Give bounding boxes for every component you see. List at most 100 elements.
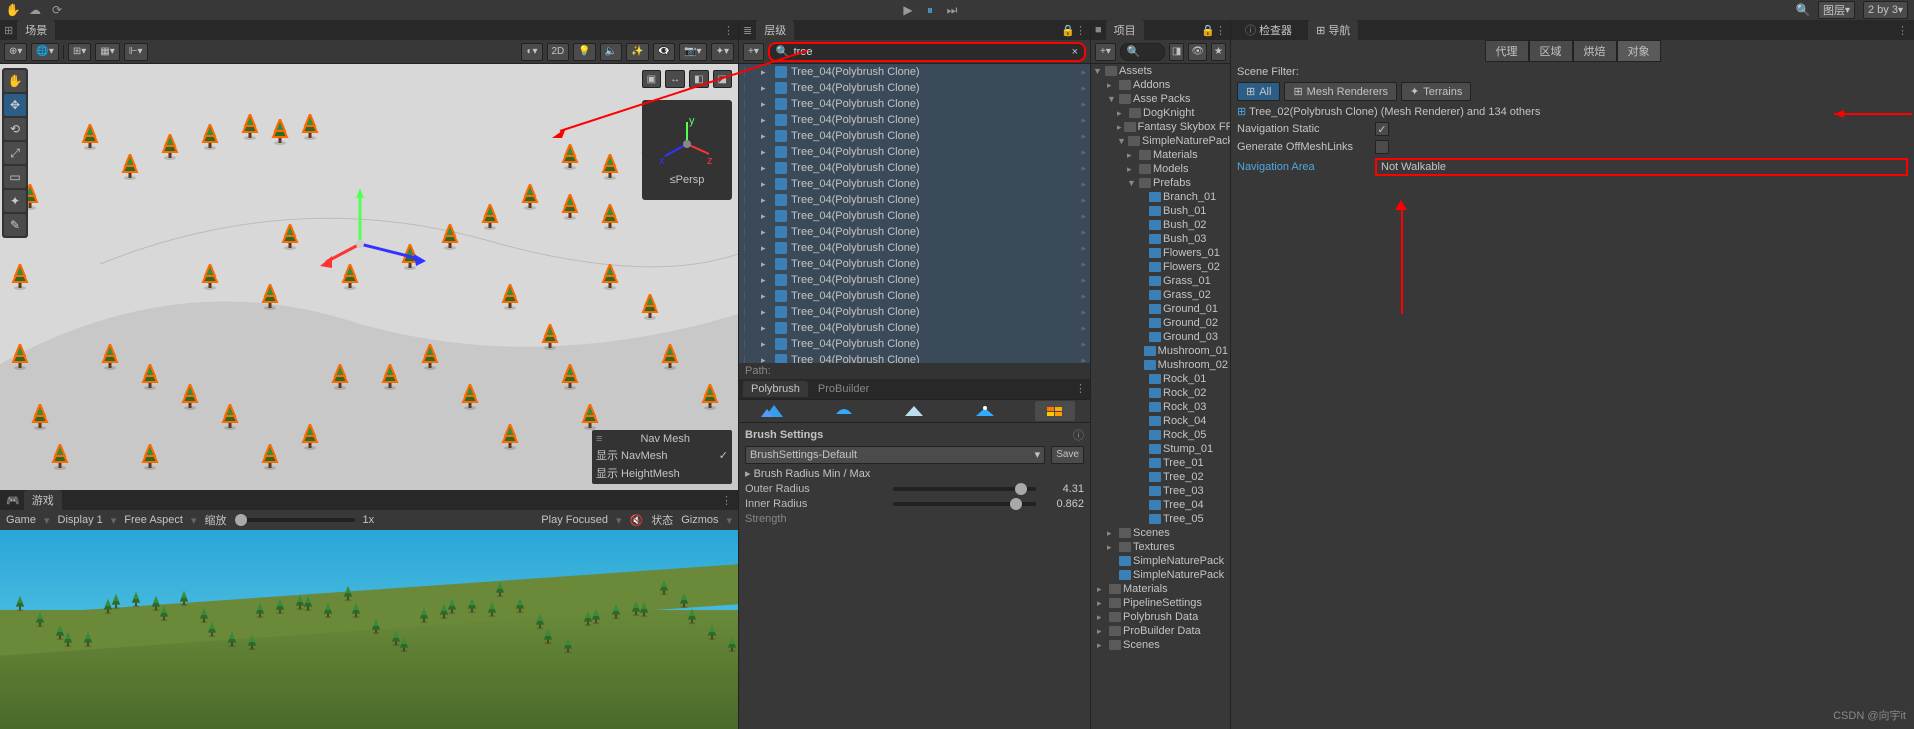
project-node[interactable]: Mushroom_01 (1091, 344, 1230, 358)
mute-icon[interactable]: 🔇 (629, 514, 643, 527)
hierarchy-list[interactable]: |▸Tree_04(Polybrush Clone)▸|▸Tree_04(Pol… (739, 64, 1090, 363)
hierarchy-item[interactable]: |▸Tree_04(Polybrush Clone)▸ (739, 144, 1090, 160)
project-tab[interactable]: 项目 (1106, 20, 1144, 40)
scene-tree[interactable] (260, 284, 280, 313)
persp-label[interactable]: ≤Persp (670, 174, 705, 186)
scene-tree[interactable] (10, 344, 30, 373)
scene-tree[interactable] (280, 224, 300, 253)
scene-tree[interactable] (100, 344, 120, 373)
hierarchy-item[interactable]: |▸Tree_04(Polybrush Clone)▸ (739, 336, 1090, 352)
overlay-box-icon[interactable]: ▣ (642, 70, 661, 88)
project-node[interactable]: ▼Prefabs (1091, 176, 1230, 190)
project-node[interactable]: SimpleNaturePack (1091, 554, 1230, 568)
hierarchy-item[interactable]: |▸Tree_04(Polybrush Clone)▸ (739, 320, 1090, 336)
display-dropdown[interactable]: Display 1 (58, 514, 103, 526)
menu-icon[interactable]: ⋮ (721, 494, 732, 507)
search-global-icon[interactable]: 🔍 (1796, 3, 1810, 17)
project-node[interactable]: Branch_01 (1091, 190, 1230, 204)
scale-tool[interactable]: ⤢ (4, 142, 26, 164)
scene-tree[interactable] (260, 444, 280, 473)
inspector-tab[interactable]: ⓘ 检查器 (1237, 20, 1300, 40)
fx-button[interactable]: ✨ (626, 43, 648, 61)
probuilder-tab[interactable]: ProBuilder (810, 381, 877, 397)
scene-tree[interactable] (120, 154, 140, 183)
scene-tree[interactable] (440, 224, 460, 253)
project-node[interactable]: Rock_02 (1091, 386, 1230, 400)
scene-tree[interactable] (480, 204, 500, 233)
scene-tree[interactable] (580, 404, 600, 433)
polybrush-tab[interactable]: Polybrush (743, 381, 808, 397)
project-node[interactable]: Ground_02 (1091, 316, 1230, 330)
brush-info-icon[interactable]: ⓘ (1073, 427, 1084, 443)
project-node[interactable]: Bush_03 (1091, 232, 1230, 246)
scene-tree[interactable] (660, 344, 680, 373)
texture-icon[interactable] (1035, 401, 1075, 421)
project-node[interactable]: Rock_05 (1091, 428, 1230, 442)
project-node[interactable]: ▸Fantasy Skybox FREE (1091, 120, 1230, 134)
hierarchy-search[interactable]: 🔍 tree × (768, 42, 1086, 62)
project-node[interactable]: SimpleNaturePack (1091, 568, 1230, 582)
scene-tree[interactable] (200, 264, 220, 293)
scene-tree[interactable] (160, 134, 180, 163)
scene-tree[interactable] (500, 424, 520, 453)
project-node[interactable]: Ground_01 (1091, 302, 1230, 316)
project-node[interactable]: ▸Scenes (1091, 526, 1230, 540)
scene-tree[interactable] (700, 384, 720, 413)
scene-view[interactable]: ✋ ✥ ⟲ ⤢ ▭ ✦ ✎ ▣ ↔ ◧ ◪ y z x (0, 64, 738, 490)
lock-icon[interactable]: 🔒 (1201, 24, 1215, 37)
hierarchy-tab[interactable]: 层级 (756, 20, 794, 40)
project-node[interactable]: Bush_02 (1091, 218, 1230, 232)
scene-tree[interactable] (10, 264, 30, 293)
project-tree[interactable]: ▼Assets ▸Addons▼Asse Packs▸DogKnight▸Fan… (1091, 64, 1230, 729)
handle-button[interactable]: 🌐▾ (31, 43, 58, 61)
light-button[interactable]: 💡 (573, 43, 595, 61)
create-button[interactable]: +▾ (743, 43, 764, 61)
hierarchy-item[interactable]: |▸Tree_04(Polybrush Clone)▸ (739, 64, 1090, 80)
move-gizmo[interactable] (320, 184, 440, 284)
navigation-tab[interactable]: ⊞ 导航 (1308, 20, 1358, 40)
scene-tree[interactable] (520, 184, 540, 213)
hierarchy-item[interactable]: |▸Tree_04(Polybrush Clone)▸ (739, 256, 1090, 272)
hierarchy-item[interactable]: |▸Tree_04(Polybrush Clone)▸ (739, 240, 1090, 256)
scene-tree[interactable] (600, 154, 620, 183)
play-icon[interactable]: ▶ (901, 3, 915, 17)
hierarchy-item[interactable]: |▸Tree_04(Polybrush Clone)▸ (739, 160, 1090, 176)
view-tool[interactable]: ✋ (4, 70, 26, 92)
scene-tree[interactable] (560, 364, 580, 393)
filter-all[interactable]: ⊞ All (1237, 82, 1280, 101)
cloud-icon[interactable]: ☁ (28, 3, 42, 17)
layers-dropdown[interactable]: 图层 ▾ (1818, 1, 1855, 19)
agents-tab[interactable]: 代理 (1485, 40, 1529, 62)
brush-preset-dropdown[interactable]: BrushSettings-Default▾ (745, 446, 1045, 464)
hierarchy-item[interactable]: |▸Tree_04(Polybrush Clone)▸ (739, 176, 1090, 192)
project-node[interactable]: ▼SimpleNaturePack (1091, 134, 1230, 148)
project-node[interactable]: Tree_01 (1091, 456, 1230, 470)
scene-tree[interactable] (380, 364, 400, 393)
project-node[interactable]: Tree_02 (1091, 470, 1230, 484)
pivot-button[interactable]: ⊕▾ (4, 43, 27, 61)
scene-tab[interactable]: 场景 (17, 20, 55, 40)
scene-tree[interactable] (270, 119, 290, 148)
scene-tree[interactable] (460, 384, 480, 413)
scene-tree[interactable] (560, 144, 580, 173)
hierarchy-item[interactable]: |▸Tree_04(Polybrush Clone)▸ (739, 288, 1090, 304)
scene-tree[interactable] (640, 294, 660, 323)
hierarchy-item[interactable]: |▸Tree_04(Polybrush Clone)▸ (739, 208, 1090, 224)
project-node[interactable]: ▸Scenes (1091, 638, 1230, 652)
overlay-move-icon[interactable]: ↔ (665, 70, 685, 88)
show-navmesh-check[interactable]: ✓ (719, 449, 728, 462)
project-node[interactable]: ▸ProBuilder Data (1091, 624, 1230, 638)
visibility-icon[interactable]: 👁 (1188, 43, 1207, 61)
scene-tree[interactable] (420, 344, 440, 373)
scene-tree[interactable] (500, 284, 520, 313)
scene-tree[interactable] (600, 264, 620, 293)
scene-tree[interactable] (300, 114, 320, 143)
menu-icon[interactable]: ⋮ (1897, 24, 1908, 37)
hierarchy-item[interactable]: |▸Tree_04(Polybrush Clone)▸ (739, 272, 1090, 288)
scene-tree[interactable] (180, 384, 200, 413)
scene-tree[interactable] (140, 444, 160, 473)
rect-tool[interactable]: ▭ (4, 166, 26, 188)
paint-icon[interactable] (894, 401, 934, 421)
custom-tool[interactable]: ✎ (4, 214, 26, 236)
transform-tool[interactable]: ✦ (4, 190, 26, 212)
